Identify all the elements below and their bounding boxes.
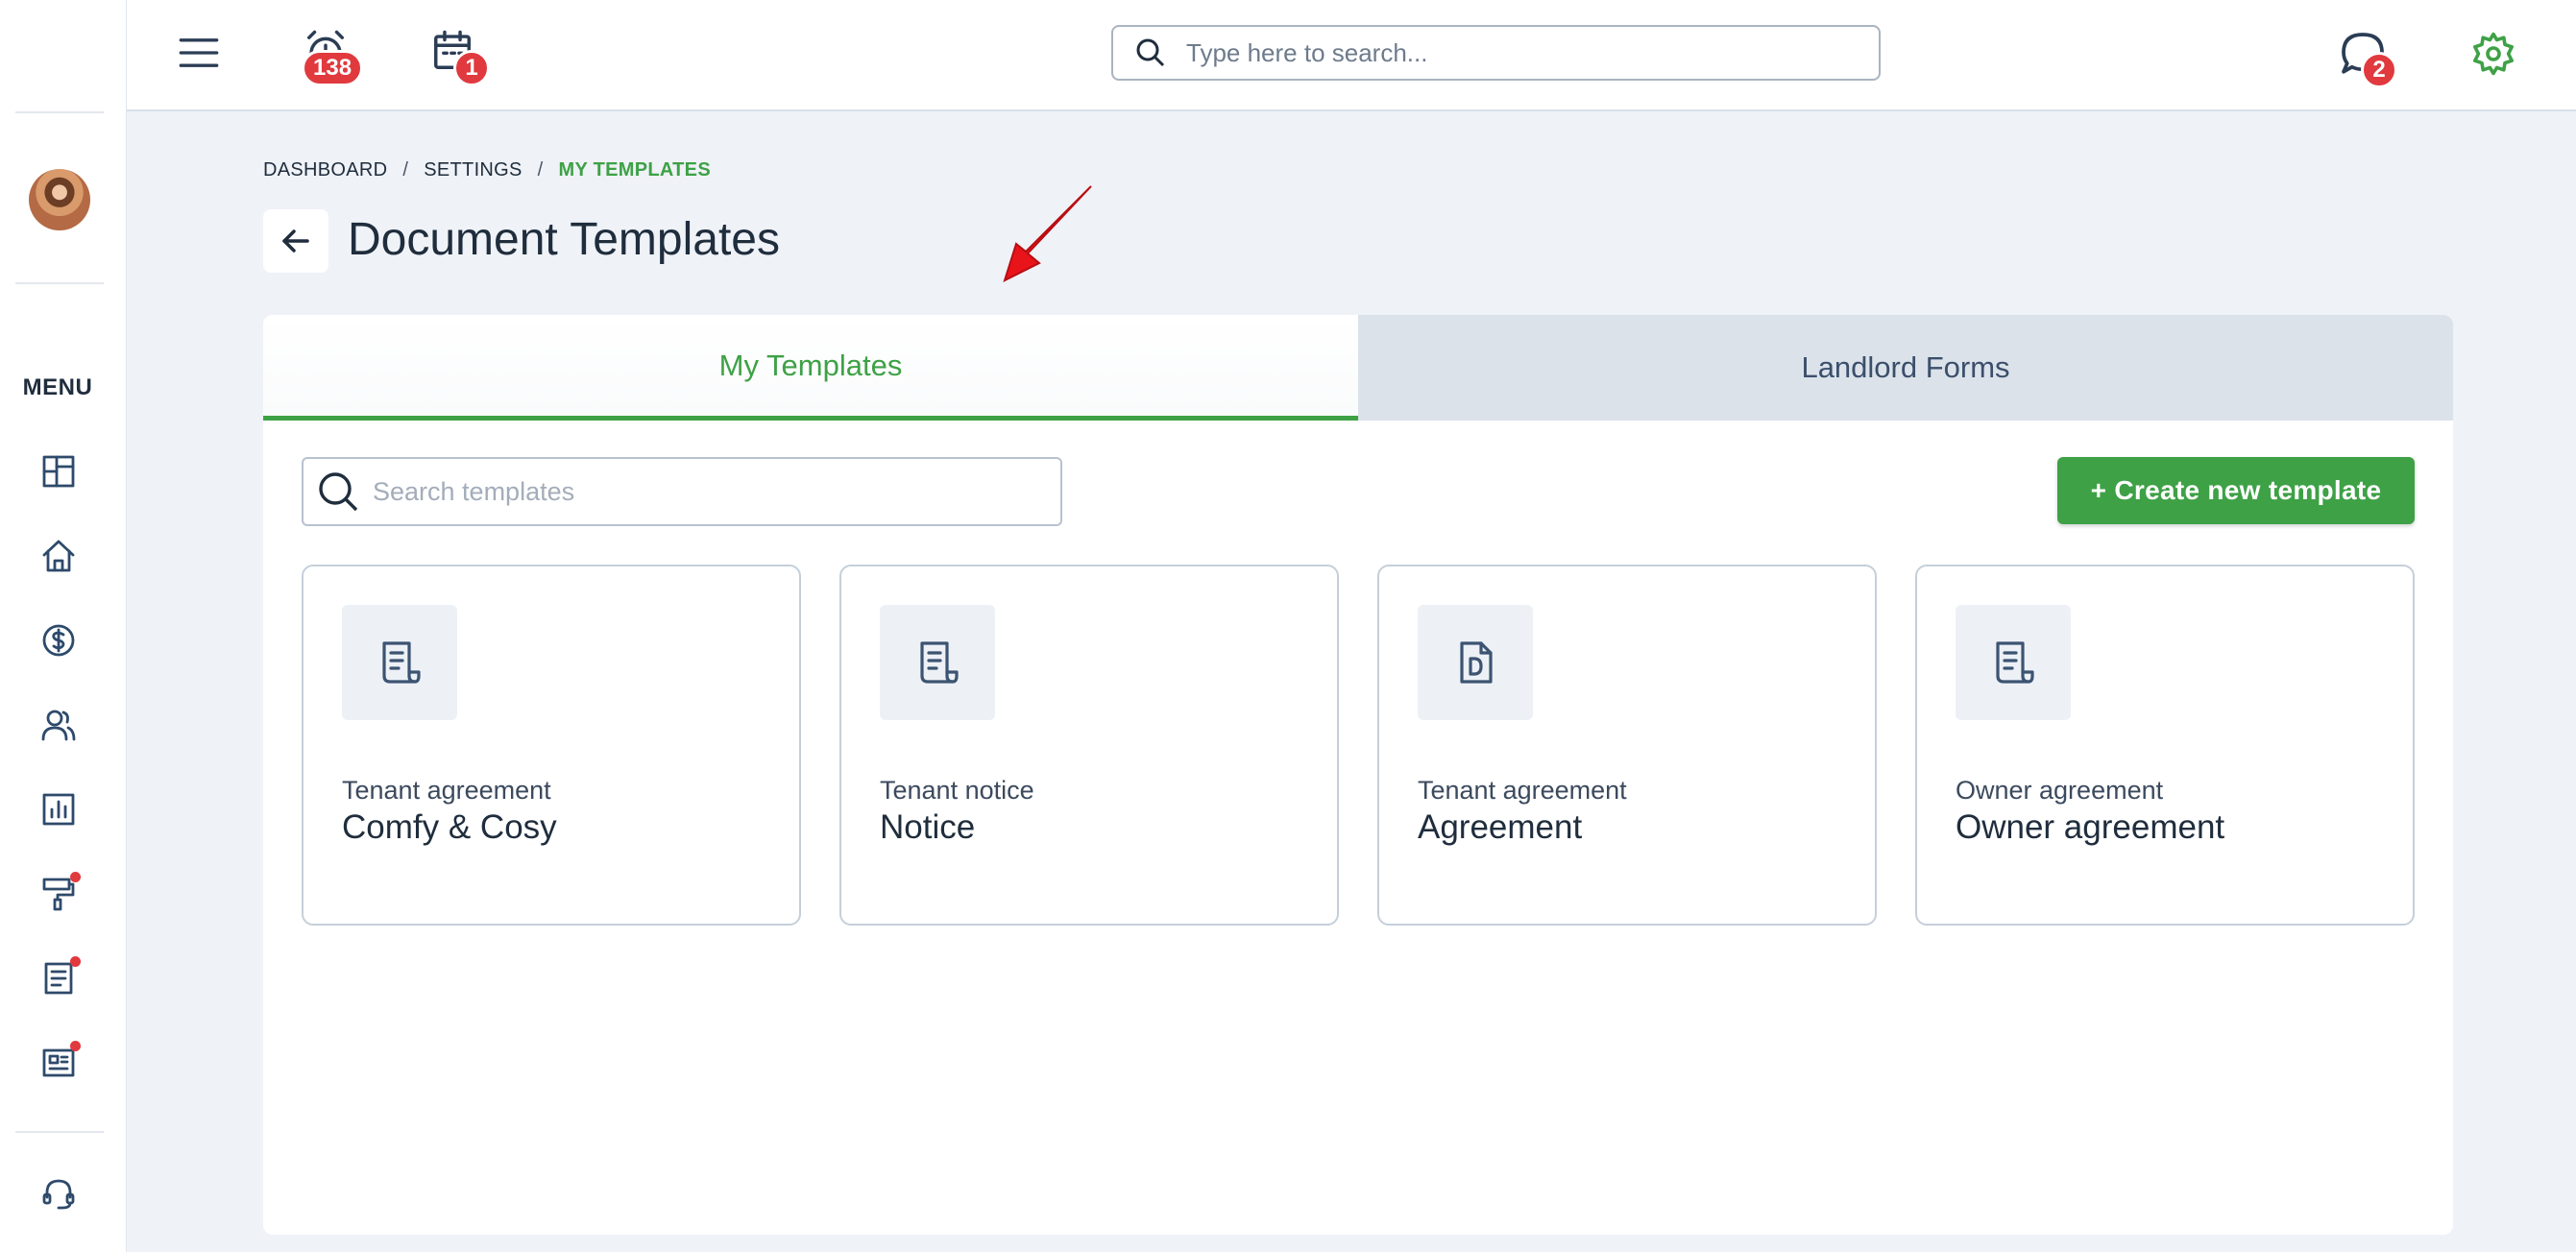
- breadcrumb-separator: /: [402, 159, 409, 181]
- bar-chart-icon: [42, 793, 75, 826]
- dollar-circle-icon: [42, 624, 75, 657]
- template-card[interactable]: Tenant agreement Comfy & Cosy: [302, 565, 801, 926]
- arrow-left-icon: [282, 229, 309, 253]
- dashboard-icon: [42, 455, 75, 488]
- global-search[interactable]: [1111, 25, 1881, 81]
- calendar-count-badge: 1: [453, 50, 490, 86]
- sidebar-item-contacts[interactable]: [36, 703, 81, 747]
- template-card[interactable]: Tenant notice Notice: [839, 565, 1339, 926]
- breadcrumb: DASHBOARD / SETTINGS / MY TEMPLATES: [263, 159, 711, 181]
- template-kind: Tenant agreement: [342, 776, 551, 805]
- calendar-button[interactable]: 1: [426, 25, 490, 86]
- document-icon: [920, 641, 959, 684]
- menu-label: MENU: [22, 374, 93, 400]
- template-card[interactable]: Owner agreement Owner agreement: [1915, 565, 2415, 926]
- sidebar-item-reports[interactable]: [36, 787, 81, 831]
- document-icon: [1996, 641, 2034, 684]
- template-kind: Owner agreement: [1956, 776, 2164, 805]
- avatar[interactable]: [29, 169, 90, 230]
- tab-my-templates[interactable]: My Templates: [263, 315, 1358, 421]
- notification-dot: [70, 1041, 81, 1051]
- sidebar-divider: [15, 111, 104, 113]
- gear-icon: [2473, 32, 2514, 76]
- tab-landlord-forms[interactable]: Landlord Forms: [1358, 315, 2453, 421]
- template-thumbnail: [880, 605, 995, 720]
- sidebar-item-maintenance[interactable]: [36, 872, 81, 916]
- templates-search-input[interactable]: [373, 476, 1045, 507]
- sidebar: MENU: [0, 0, 127, 1252]
- templates-panel: My Templates Landlord Forms + Create new…: [263, 315, 2453, 1235]
- messages-count-badge: 2: [2361, 52, 2397, 88]
- global-search-input[interactable]: [1186, 37, 1859, 68]
- template-kind: Tenant notice: [880, 776, 1034, 805]
- template-thumbnail: [1956, 605, 2071, 720]
- messages-button[interactable]: 2: [2336, 27, 2397, 88]
- sidebar-divider: [15, 1131, 104, 1133]
- breadcrumb-settings[interactable]: SETTINGS: [424, 159, 522, 181]
- sidebar-item-support[interactable]: [36, 1171, 81, 1216]
- tabs: My Templates Landlord Forms: [263, 315, 2453, 421]
- create-new-template-button[interactable]: + Create new template: [2057, 457, 2415, 524]
- alarm-count-badge: 138: [302, 50, 364, 86]
- template-thumbnail: [1418, 605, 1533, 720]
- breadcrumb-separator: /: [537, 159, 544, 181]
- notification-dot: [70, 872, 81, 882]
- settings-button[interactable]: [2467, 27, 2520, 81]
- breadcrumb-current: MY TEMPLATES: [558, 159, 711, 181]
- templates-search[interactable]: [302, 457, 1062, 526]
- top-bar: 138 1 2: [127, 0, 2576, 111]
- pdf-file-icon: [1460, 641, 1493, 684]
- sidebar-divider: [15, 282, 104, 284]
- sidebar-item-documents[interactable]: [36, 956, 81, 1000]
- search-icon: [319, 472, 358, 512]
- template-thumbnail: [342, 605, 457, 720]
- template-kind: Tenant agreement: [1418, 776, 1627, 805]
- template-name: Agreement: [1418, 808, 1583, 846]
- template-name: Owner agreement: [1956, 808, 2225, 846]
- hamburger-menu-button[interactable]: [175, 29, 223, 77]
- document-icon: [382, 641, 421, 684]
- users-icon: [41, 710, 76, 741]
- sidebar-item-finances[interactable]: [36, 618, 81, 662]
- back-button[interactable]: [263, 209, 328, 273]
- sidebar-item-properties[interactable]: [36, 534, 81, 578]
- hamburger-icon: [179, 38, 219, 67]
- template-card[interactable]: Tenant agreement Agreement: [1377, 565, 1877, 926]
- template-name: Comfy & Cosy: [342, 808, 557, 846]
- annotation-arrow-down: [1003, 185, 1092, 282]
- search-icon: [1136, 38, 1165, 67]
- page-title: Document Templates: [348, 214, 780, 265]
- notification-dot: [70, 956, 81, 967]
- home-icon: [42, 540, 75, 572]
- headset-icon: [42, 1179, 75, 1210]
- alarms-button[interactable]: 138: [300, 25, 364, 86]
- breadcrumb-dashboard[interactable]: DASHBOARD: [263, 159, 387, 181]
- template-name: Notice: [880, 808, 976, 846]
- sidebar-item-listings[interactable]: [36, 1041, 81, 1085]
- sidebar-item-dashboard[interactable]: [36, 449, 81, 494]
